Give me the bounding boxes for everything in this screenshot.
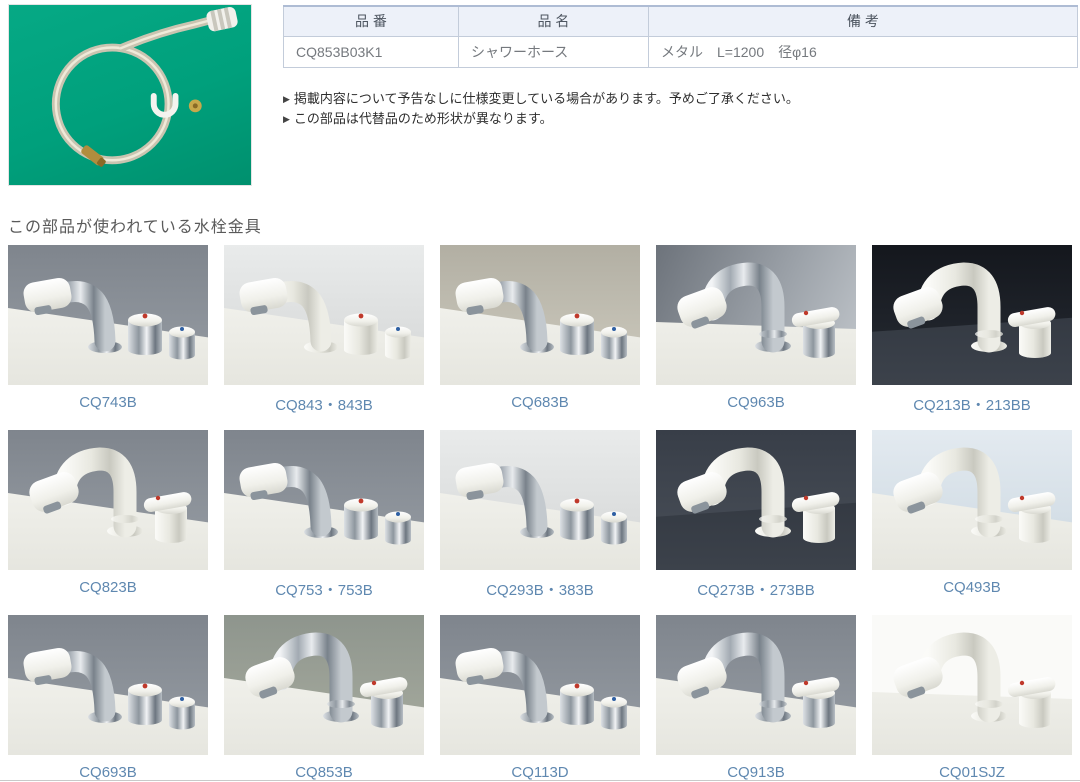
product-tile: CQ113D [440, 615, 640, 782]
faucet-icon [656, 434, 856, 570]
table-header-row: 品 番 品 名 備 考 [284, 6, 1078, 36]
faucet-icon [872, 619, 1072, 755]
bottom-divider [0, 780, 1080, 781]
faucet-icon [8, 434, 208, 570]
product-tile: CQ743B [8, 245, 208, 430]
product-link[interactable]: CQ01SJZ [872, 755, 1072, 781]
product-photo [224, 615, 424, 755]
faucet-icon [440, 249, 640, 385]
section-title: この部品が使われている水栓金具 [8, 213, 262, 237]
product-photo [656, 245, 856, 385]
product-tile: CQ293B・383B [440, 430, 640, 615]
col-header-part-number: 品 番 [284, 6, 459, 36]
faucet-icon [224, 434, 424, 570]
faucet-icon [8, 249, 208, 385]
product-photo [224, 245, 424, 385]
product-link[interactable]: CQ743B [8, 385, 208, 411]
product-link[interactable]: CQ273B・273BB [656, 570, 856, 600]
product-photo [656, 430, 856, 570]
faucet-icon [440, 619, 640, 755]
faucet-icon [224, 619, 424, 755]
product-tile: CQ823B [8, 430, 208, 615]
product-photo [440, 430, 640, 570]
product-tile: CQ853B [224, 615, 424, 782]
product-tile: CQ273B・273BB [656, 430, 856, 615]
product-link[interactable]: CQ693B [8, 755, 208, 781]
note-line: ▶ この部品は代替品のため形状が異なります。 [283, 109, 1078, 129]
product-link[interactable]: CQ213B・213BB [872, 385, 1072, 415]
product-link[interactable]: CQ493B [872, 570, 1072, 596]
col-header-remarks: 備 考 [649, 6, 1078, 36]
product-photo [872, 430, 1072, 570]
product-link[interactable]: CQ683B [440, 385, 640, 411]
notes: ▶ 掲載内容について予告なしに仕様変更している場合があります。予めご了承ください。… [283, 89, 1078, 129]
product-tile: CQ683B [440, 245, 640, 430]
product-photo [440, 615, 640, 755]
product-tile: CQ753・753B [224, 430, 424, 615]
faucet-icon [872, 434, 1072, 570]
product-photo [224, 430, 424, 570]
col-header-part-name: 品 名 [459, 6, 649, 36]
faucet-icon [8, 619, 208, 755]
product-photo [872, 615, 1072, 755]
product-photo [8, 615, 208, 755]
product-photo [8, 430, 208, 570]
product-link[interactable]: CQ843・843B [224, 385, 424, 415]
shower-hose-photo-icon [9, 5, 251, 185]
product-tile: CQ213B・213BB [872, 245, 1072, 430]
product-link[interactable]: CQ913B [656, 755, 856, 781]
product-grid: CQ743B CQ843・843B CQ683B CQ963B [8, 245, 1072, 782]
product-tile: CQ01SJZ [872, 615, 1072, 782]
triangle-bullet-icon: ▶ [283, 94, 290, 104]
faucet-icon [440, 434, 640, 570]
table-row: CQ853B03K1 シャワーホース メタル L=1200 径φ16 [284, 36, 1078, 67]
product-link[interactable]: CQ823B [8, 570, 208, 596]
remarks-cell: メタル L=1200 径φ16 [649, 36, 1078, 67]
faucet-icon [656, 619, 856, 755]
faucet-icon [872, 249, 1072, 385]
faucet-icon [224, 249, 424, 385]
product-photo [8, 245, 208, 385]
product-photo [872, 245, 1072, 385]
product-link[interactable]: CQ293B・383B [440, 570, 640, 600]
note-line: ▶ 掲載内容について予告なしに仕様変更している場合があります。予めご了承ください。 [283, 89, 1078, 109]
note-text: この部品は代替品のため形状が異なります。 [294, 111, 553, 126]
product-tile: CQ963B [656, 245, 856, 430]
product-link[interactable]: CQ113D [440, 755, 640, 781]
part-name-cell: シャワーホース [459, 36, 649, 67]
triangle-bullet-icon: ▶ [283, 114, 290, 124]
part-photo [8, 4, 252, 186]
product-link[interactable]: CQ853B [224, 755, 424, 781]
hose-connector-icon [205, 6, 238, 32]
product-photo [440, 245, 640, 385]
product-link[interactable]: CQ753・753B [224, 570, 424, 600]
product-tile: CQ493B [872, 430, 1072, 615]
product-link[interactable]: CQ963B [656, 385, 856, 411]
faucet-icon [656, 249, 856, 385]
parts-table: 品 番 品 名 備 考 CQ853B03K1 シャワーホース メタル L=120… [283, 5, 1078, 68]
product-tile: CQ693B [8, 615, 208, 782]
catalog-page: 品 番 品 名 備 考 CQ853B03K1 シャワーホース メタル L=120… [0, 0, 1080, 782]
part-number-cell: CQ853B03K1 [284, 36, 459, 67]
product-tile: CQ843・843B [224, 245, 424, 430]
product-tile: CQ913B [656, 615, 856, 782]
product-photo [656, 615, 856, 755]
note-text: 掲載内容について予告なしに仕様変更している場合があります。予めご了承ください。 [294, 91, 799, 106]
